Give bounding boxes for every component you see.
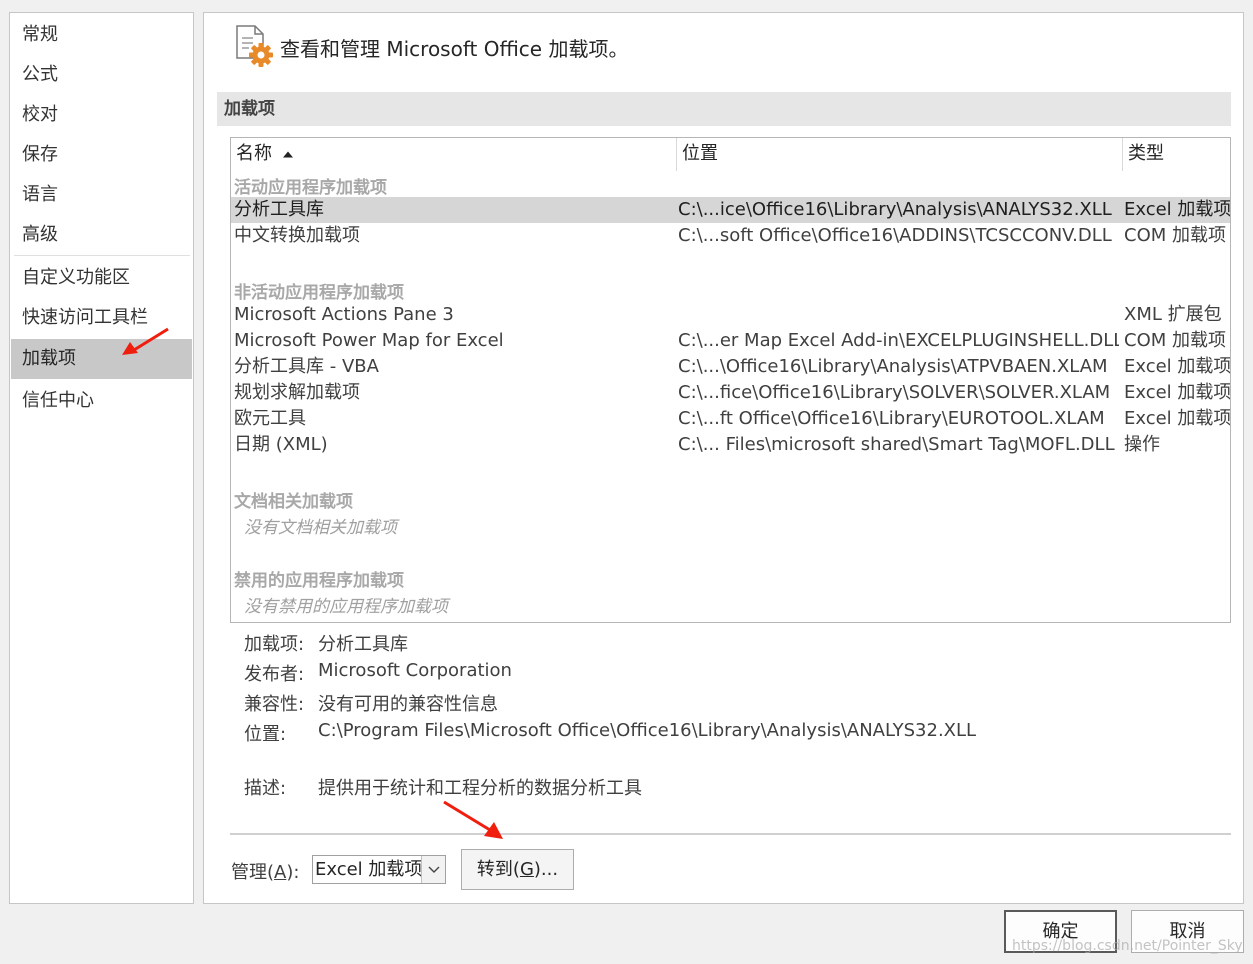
cell-location: C:\...fice\Office16\Library\SOLVER\SOLVE… bbox=[678, 382, 1111, 403]
cell-type: XML 扩展包 bbox=[1124, 304, 1222, 325]
table-row[interactable]: 分析工具库 C:\...ice\Office16\Library\Analysi… bbox=[231, 197, 1230, 223]
cell-location: C:\...er Map Excel Add-in\EXCELPLUGINSHE… bbox=[678, 330, 1119, 351]
group-disabled-addins: 禁用的应用程序加载项 bbox=[234, 571, 404, 591]
detail-compatibility-value: 没有可用的兼容性信息 bbox=[318, 694, 498, 715]
annotation-arrow-icon bbox=[443, 800, 503, 839]
cell-type: COM 加载项 bbox=[1124, 330, 1226, 351]
cell-location: C:\...ice\Office16\Library\Analysis\ANAL… bbox=[678, 199, 1112, 220]
cell-location: C:\... Files\microsoft shared\Smart Tag\… bbox=[678, 434, 1115, 455]
manage-label: 管理(A): bbox=[231, 858, 299, 884]
cell-type: 操作 bbox=[1124, 434, 1160, 455]
column-header-location[interactable]: 位置 bbox=[677, 138, 1123, 171]
cell-location: C:\...\Office16\Library\Analysis\ATPVBAE… bbox=[678, 356, 1108, 377]
options-sidebar: 常规 公式 校对 保存 语言 高级 自定义功能区 快速访问工具栏 加载项 信任中… bbox=[9, 12, 194, 904]
cell-name: 分析工具库 - VBA bbox=[234, 356, 379, 377]
detail-addin-label: 加载项: bbox=[244, 634, 305, 655]
page-title: 查看和管理 Microsoft Office 加载项。 bbox=[280, 37, 629, 61]
cell-type: COM 加载项 bbox=[1124, 225, 1226, 246]
manage-select-value: Excel 加载项 bbox=[315, 859, 423, 880]
group-active-addins: 活动应用程序加载项 bbox=[234, 178, 387, 198]
cell-type: Excel 加载项 bbox=[1124, 382, 1230, 403]
goto-button[interactable]: 转到(G)... bbox=[461, 849, 574, 890]
sidebar-item-customize-ribbon[interactable]: 自定义功能区 bbox=[11, 258, 192, 298]
dropdown-button[interactable] bbox=[421, 856, 445, 883]
sidebar-item-proofing[interactable]: 校对 bbox=[11, 95, 192, 135]
table-row[interactable]: 规划求解加载项 C:\...fice\Office16\Library\SOLV… bbox=[231, 380, 1230, 406]
goto-label-prefix: 转到( bbox=[476, 859, 520, 880]
cell-name: 分析工具库 bbox=[234, 199, 324, 220]
detail-description-label: 描述: bbox=[244, 778, 287, 799]
table-row[interactable]: Microsoft Power Map for Excel C:\...er M… bbox=[231, 328, 1230, 354]
detail-compatibility-label: 兼容性: bbox=[244, 694, 305, 715]
divider bbox=[230, 833, 1231, 835]
document-addins-empty: 没有文档相关加载项 bbox=[244, 518, 397, 538]
column-header-name-label: 名称 bbox=[236, 143, 272, 164]
annotation-arrow-icon bbox=[122, 327, 169, 355]
cell-name: 规划求解加载项 bbox=[234, 382, 360, 403]
manage-select[interactable]: Excel 加载项 bbox=[312, 855, 446, 884]
table-row[interactable]: Microsoft Actions Pane 3 XML 扩展包 bbox=[231, 302, 1230, 328]
sidebar-item-formulas[interactable]: 公式 bbox=[11, 55, 192, 95]
table-row[interactable]: 欧元工具 C:\...ft Office\Office16\Library\EU… bbox=[231, 406, 1230, 432]
group-document-addins: 文档相关加载项 bbox=[234, 492, 353, 512]
cell-type: Excel 加载项 bbox=[1124, 199, 1230, 220]
goto-label-suffix: )... bbox=[533, 859, 559, 880]
manage-label-accesskey: A bbox=[274, 862, 287, 883]
sidebar-item-save[interactable]: 保存 bbox=[11, 135, 192, 175]
group-inactive-addins: 非活动应用程序加载项 bbox=[234, 283, 404, 303]
sidebar-item-general[interactable]: 常规 bbox=[11, 15, 192, 55]
cell-location: C:\...soft Office\Office16\ADDINS\TCSCCO… bbox=[678, 225, 1112, 246]
cell-name: 欧元工具 bbox=[234, 408, 306, 429]
sidebar-item-trust-center[interactable]: 信任中心 bbox=[11, 381, 192, 421]
manage-label-suffix: ): bbox=[286, 862, 300, 883]
column-header-name[interactable]: 名称 bbox=[231, 138, 677, 171]
cell-location: C:\...ft Office\Office16\Library\EUROTOO… bbox=[678, 408, 1105, 429]
cell-type: Excel 加载项 bbox=[1124, 408, 1230, 429]
cell-name: 日期 (XML) bbox=[234, 434, 328, 455]
watermark: https://blog.csdn.net/Pointer_Sky bbox=[1012, 938, 1243, 954]
addins-panel: 查看和管理 Microsoft Office 加载项。 加载项 名称 位置 类型… bbox=[203, 12, 1244, 904]
detail-publisher-value: Microsoft Corporation bbox=[318, 660, 512, 681]
cell-name: Microsoft Actions Pane 3 bbox=[234, 304, 454, 325]
column-header-type[interactable]: 类型 bbox=[1123, 138, 1230, 171]
detail-description-value: 提供用于统计和工程分析的数据分析工具 bbox=[318, 778, 642, 799]
disabled-addins-empty: 没有禁用的应用程序加载项 bbox=[244, 597, 448, 617]
sidebar-divider bbox=[14, 255, 190, 256]
table-row[interactable]: 分析工具库 - VBA C:\...\Office16\Library\Anal… bbox=[231, 354, 1230, 380]
manage-label-prefix: 管理( bbox=[231, 862, 275, 883]
detail-location-label: 位置: bbox=[244, 724, 287, 745]
section-header: 加载项 bbox=[217, 92, 1231, 126]
detail-location-value: C:\Program Files\Microsoft Office\Office… bbox=[318, 720, 977, 741]
goto-label-accesskey: G bbox=[519, 859, 534, 880]
sidebar-item-advanced[interactable]: 高级 bbox=[11, 215, 192, 255]
detail-addin-value: 分析工具库 bbox=[318, 634, 408, 655]
sort-ascending-icon bbox=[282, 151, 293, 158]
table-row[interactable]: 日期 (XML) C:\... Files\microsoft shared\S… bbox=[231, 432, 1230, 458]
chevron-down-icon bbox=[428, 866, 440, 873]
cell-name: 中文转换加载项 bbox=[234, 225, 360, 246]
addins-list: 名称 位置 类型 活动应用程序加载项 分析工具库 C:\...ice\Offic… bbox=[230, 137, 1231, 623]
detail-publisher-label: 发布者: bbox=[244, 664, 305, 685]
cell-type: Excel 加载项 bbox=[1124, 356, 1230, 377]
sidebar-item-language[interactable]: 语言 bbox=[11, 175, 192, 215]
table-row[interactable]: 中文转换加载项 C:\...soft Office\Office16\ADDIN… bbox=[231, 223, 1230, 249]
addins-gear-icon bbox=[236, 25, 273, 67]
cell-name: Microsoft Power Map for Excel bbox=[234, 330, 504, 351]
